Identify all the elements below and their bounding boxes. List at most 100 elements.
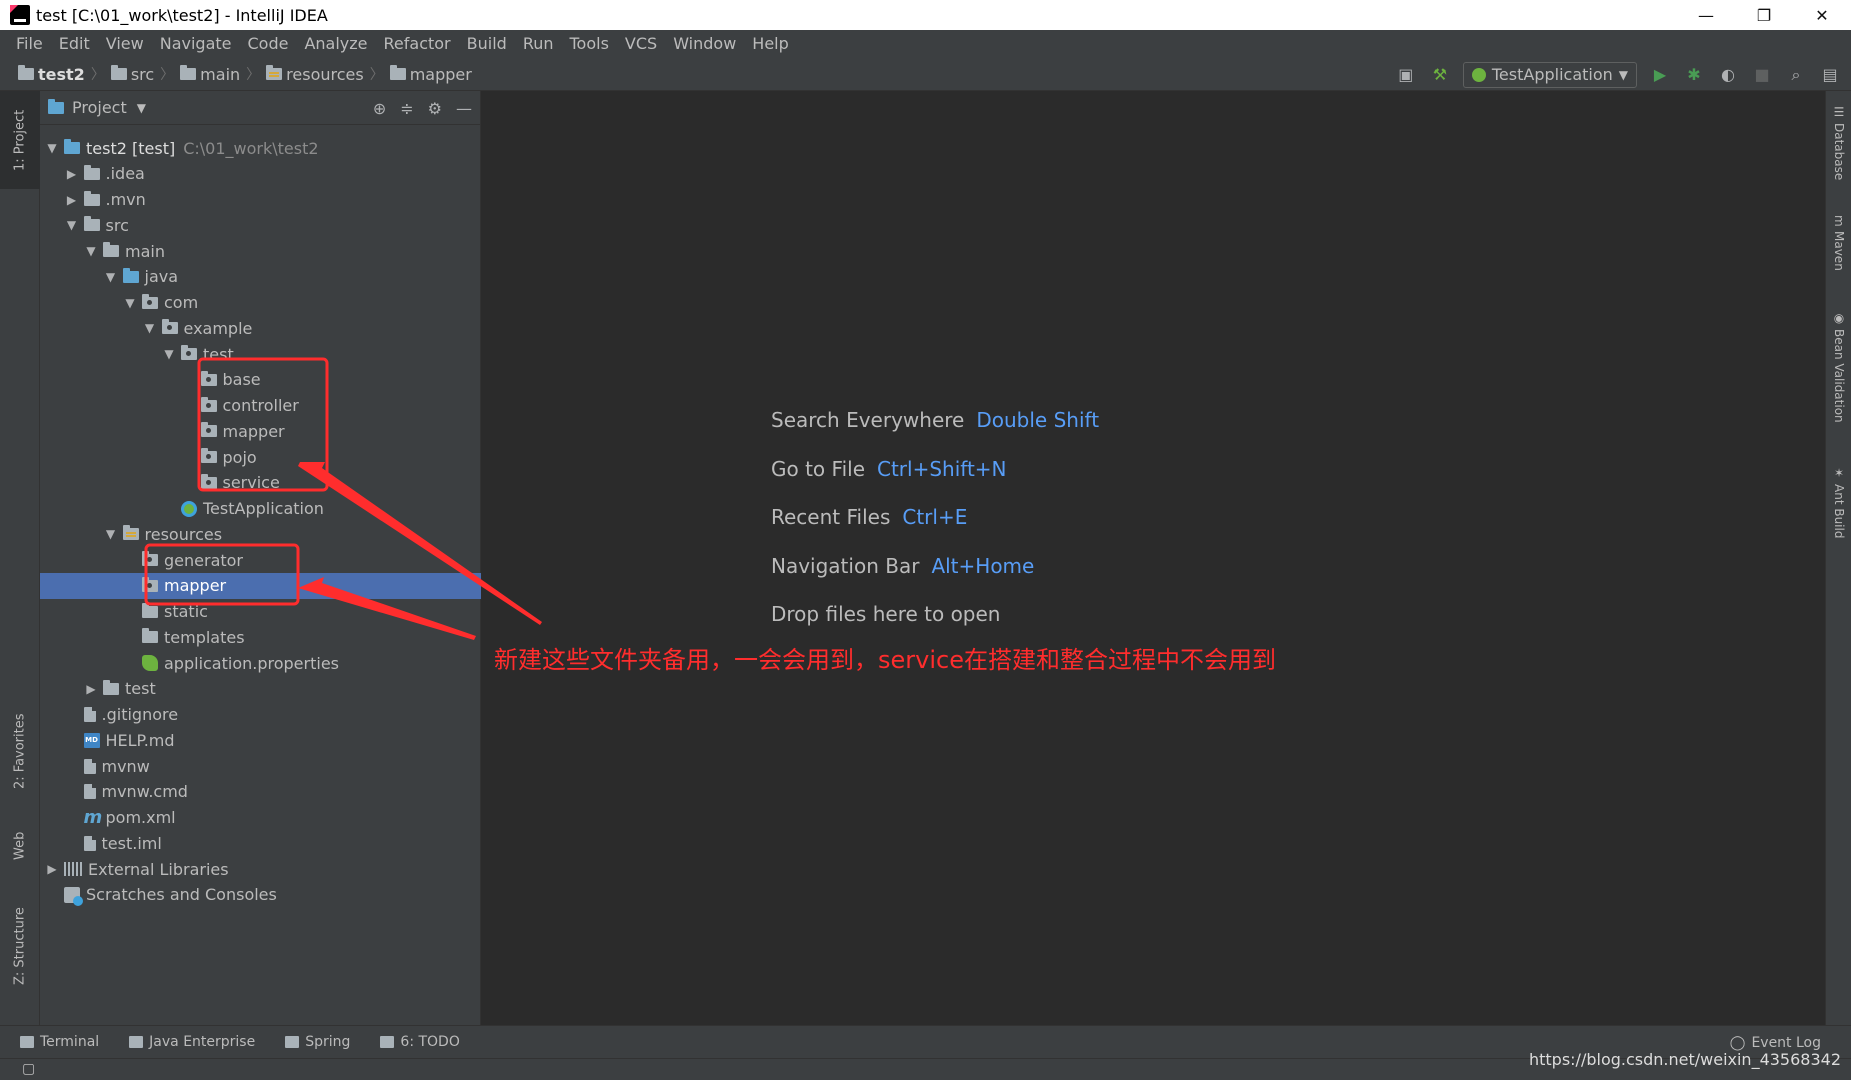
tool-tab-database[interactable]: ☰ Database (1826, 105, 1851, 195)
project-view-selector[interactable]: Project (72, 98, 127, 117)
breadcrumb-item-src[interactable]: src (110, 65, 154, 84)
bottom-tab-6-todo[interactable]: 6: TODO (370, 1034, 469, 1050)
menu-tools[interactable]: Tools (562, 30, 617, 58)
chevron-down-icon[interactable]: ▼ (137, 101, 146, 115)
annotation-text: 新建这些文件夹备用，一会会用到，service在搭建和整合过程中不会用到 (494, 646, 1276, 674)
breadcrumb-item-test2[interactable]: test2 (18, 65, 85, 84)
tool-tab-favorites[interactable]: 2: Favorites (0, 701, 40, 801)
package-icon (181, 345, 197, 360)
menu-help[interactable]: Help (744, 30, 796, 58)
tree-node-application-properties[interactable]: application.properties (40, 650, 481, 676)
tree-node-label: test (125, 679, 156, 699)
coverage-icon[interactable]: ◐ (1717, 64, 1739, 86)
menu-window[interactable]: Window (665, 30, 744, 58)
search-icon[interactable]: ⌕ (1785, 64, 1807, 86)
bottom-tab-spring[interactable]: Spring (275, 1034, 360, 1050)
tree-node-example[interactable]: ▼ example (40, 315, 481, 341)
tree-node-icon (142, 655, 158, 671)
project-structure-icon[interactable]: ▣ (1395, 64, 1417, 86)
tree-node-static[interactable]: static (40, 599, 481, 625)
close-button[interactable]: ✕ (1793, 0, 1851, 30)
tool-tab-maven[interactable]: m Maven (1826, 215, 1851, 285)
editor-area[interactable]: Search Everywhere Double Shift Go to File C… (481, 91, 1825, 1025)
menu-build[interactable]: Build (459, 30, 515, 58)
tool-tab-project[interactable]: 1: Project (0, 91, 40, 189)
tree-node-external-libraries[interactable]: ▶ External Libraries (40, 856, 481, 882)
breadcrumb-item-main[interactable]: main (180, 65, 240, 84)
tree-node-mapper[interactable]: mapper (40, 572, 481, 599)
expanded-arrow-icon[interactable]: ▼ (103, 527, 119, 541)
tree-node-templates[interactable]: templates (40, 624, 481, 650)
gear-icon[interactable]: ⚙ (428, 99, 442, 118)
bottom-tab-terminal[interactable]: Terminal (10, 1034, 109, 1050)
tree-node-generator[interactable]: generator (40, 547, 481, 573)
collapsed-arrow-icon[interactable]: ▶ (83, 682, 99, 696)
tool-tab-structure[interactable]: Z: Structure (0, 891, 40, 1001)
locate-file-icon[interactable]: ⊕ (373, 99, 386, 118)
menu-vcs[interactable]: VCS (617, 30, 665, 58)
tree-node-icon (83, 190, 100, 206)
bottom-tab-java-enterprise[interactable]: Java Enterprise (119, 1034, 265, 1050)
tree-node--mvn[interactable]: ▶ .mvn (40, 187, 481, 213)
tree-node-src[interactable]: ▼ src (40, 212, 481, 238)
menu-code[interactable]: Code (240, 30, 297, 58)
tool-tab-ant-build[interactable]: ✶ Ant Build (1826, 466, 1851, 566)
collapsed-arrow-icon[interactable]: ▶ (64, 193, 80, 207)
menu-refactor[interactable]: Refactor (376, 30, 459, 58)
tree-node-resources[interactable]: ▼ resources (40, 521, 481, 547)
menu-run[interactable]: Run (515, 30, 562, 58)
expanded-arrow-icon[interactable]: ▼ (161, 347, 177, 361)
tree-node-pojo[interactable]: pojo (40, 444, 481, 470)
tree-node-help-md[interactable]: MD HELP.md (40, 727, 481, 753)
tree-node-scratches-and-consoles[interactable]: Scratches and Consoles (40, 882, 481, 908)
tree-node-test2-test-[interactable]: ▼ test2 [test] C:\01_work\test2 (40, 135, 481, 161)
tree-node-mvnw[interactable]: mvnw (40, 753, 481, 779)
tree-node-test[interactable]: ▼ test (40, 341, 481, 367)
collapsed-arrow-icon[interactable]: ▶ (44, 862, 60, 876)
minimize-button[interactable]: — (1677, 0, 1735, 30)
menu-analyze[interactable]: Analyze (296, 30, 375, 58)
tree-node--idea[interactable]: ▶ .idea (40, 161, 481, 187)
tool-tab-bean-validation[interactable]: ◉ Bean Validation (1826, 311, 1851, 441)
run-configuration-select[interactable]: TestApplication ▼ (1462, 61, 1637, 88)
expanded-arrow-icon[interactable]: ▼ (103, 270, 119, 284)
tree-node--gitignore[interactable]: .gitignore (40, 702, 481, 728)
tree-node-testapplication[interactable]: TestApplication (40, 496, 481, 522)
tree-node-controller[interactable]: controller (40, 393, 481, 419)
expanded-arrow-icon[interactable]: ▼ (64, 218, 80, 232)
breadcrumb-item-mapper[interactable]: mapper (389, 65, 472, 84)
tree-node-mapper[interactable]: mapper (40, 418, 481, 444)
collapsed-arrow-icon[interactable]: ▶ (64, 167, 80, 181)
expanded-arrow-icon[interactable]: ▼ (142, 321, 158, 335)
menu-file[interactable]: File (8, 30, 51, 58)
debug-icon[interactable]: ✱ (1683, 64, 1705, 86)
tree-node-service[interactable]: service (40, 470, 481, 496)
hide-panel-icon[interactable]: — (456, 99, 472, 118)
build-hammer-icon[interactable]: ⚒ (1429, 64, 1451, 86)
tree-node-icon (103, 242, 119, 257)
restore-button[interactable]: ❐ (1735, 0, 1793, 30)
tree-node-main[interactable]: ▼ main (40, 238, 481, 264)
expanded-arrow-icon[interactable]: ▼ (83, 244, 99, 258)
tree-node-test-iml[interactable]: test.iml (40, 830, 481, 856)
stop-icon[interactable]: ■ (1751, 64, 1773, 86)
tree-node-label: HELP.md (105, 730, 175, 750)
expanded-arrow-icon[interactable]: ▼ (44, 141, 60, 155)
expanded-arrow-icon[interactable]: ▼ (122, 296, 138, 310)
tool-tab-web[interactable]: Web (0, 821, 40, 871)
vcs-icon[interactable]: ▤ (1819, 64, 1841, 86)
tree-node-base[interactable]: base (40, 367, 481, 393)
breadcrumb-item-resources[interactable]: resources (266, 65, 364, 84)
menu-edit[interactable]: Edit (51, 30, 98, 58)
tree-node-java[interactable]: ▼ java (40, 264, 481, 290)
tree-node-test[interactable]: ▶ test (40, 676, 481, 702)
menu-navigate[interactable]: Navigate (152, 30, 240, 58)
menu-view[interactable]: View (98, 30, 152, 58)
tree-node-com[interactable]: ▼ com (40, 290, 481, 316)
tree-node-pom-xml[interactable]: m pom.xml (40, 805, 481, 831)
collapse-all-icon[interactable]: ≑ (400, 99, 413, 118)
bottom-tab-label: Spring (305, 1034, 351, 1050)
toggle-tool-windows-icon[interactable]: ▢ (22, 1061, 35, 1077)
tree-node-mvnw-cmd[interactable]: mvnw.cmd (40, 779, 481, 805)
run-icon[interactable]: ▶ (1649, 64, 1671, 86)
